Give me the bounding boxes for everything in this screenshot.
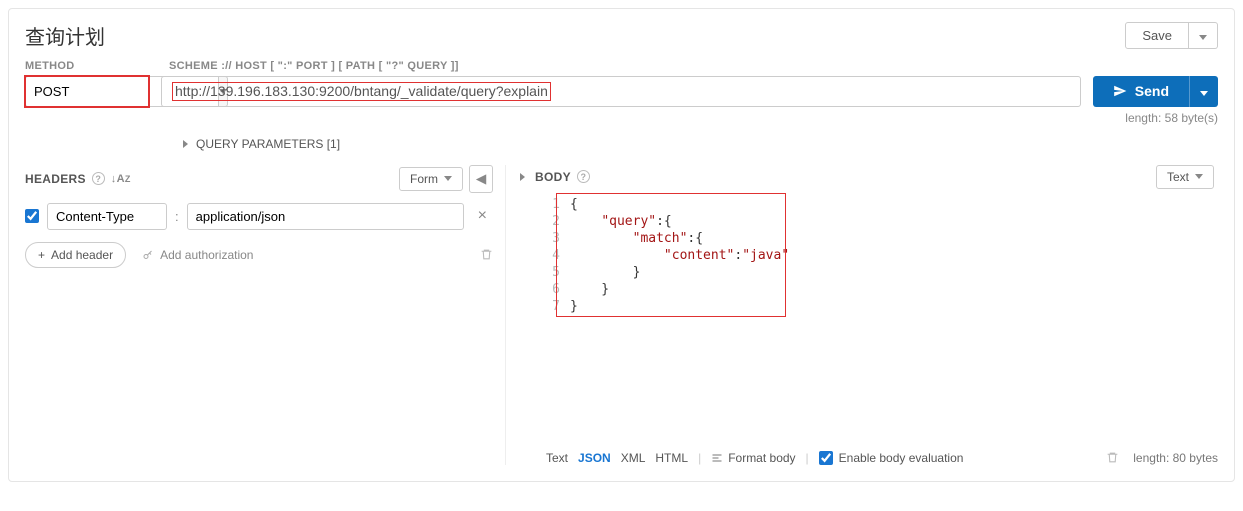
top-row: 查询计划 Save (25, 21, 1218, 50)
body-head-right: Text (1156, 165, 1218, 189)
header-row: : × (25, 203, 493, 230)
help-icon[interactable]: ? (92, 172, 105, 185)
controls-row: http://139.196.183.130:9200/bntang/_vali… (25, 76, 1218, 107)
trash-icon (1106, 451, 1119, 464)
separator: | (698, 451, 701, 465)
save-group: Save (1125, 22, 1218, 49)
format-xml-button[interactable]: XML (621, 451, 646, 465)
enable-body-eval-label: Enable body evaluation (839, 451, 964, 465)
body-editor-wrap: 1 2 3 4 5 6 7 { "query":{ "match":{ "con… (546, 195, 1218, 445)
query-parameters-toggle[interactable]: QUERY PARAMETERS [1] (183, 137, 1218, 151)
code-key: "content" (664, 248, 734, 263)
headers-label: HEADERS ? ↓AZ (25, 172, 131, 186)
sort-icon[interactable]: ↓AZ (111, 173, 131, 185)
url-label: SCHEME :// HOST [ ":" PORT ] [ PATH [ "?… (169, 60, 1218, 72)
plus-icon: + (38, 248, 45, 262)
code-indent (570, 231, 633, 246)
enable-body-eval[interactable]: Enable body evaluation (819, 451, 964, 465)
add-header-label: Add header (51, 248, 113, 262)
format-text-button[interactable]: Text (546, 451, 568, 465)
request-title: 查询计划 (25, 21, 105, 50)
body-editor[interactable]: 1 2 3 4 5 6 7 { "query":{ "match":{ "con… (546, 195, 1218, 445)
key-icon (142, 249, 154, 261)
send-group: Send (1093, 76, 1218, 107)
separator: | (806, 451, 809, 465)
enable-body-eval-checkbox[interactable] (819, 451, 833, 465)
body-section-head: BODY ? Text (506, 165, 1218, 189)
body-label: BODY ? (535, 170, 590, 184)
format-json-button[interactable]: JSON (578, 451, 611, 465)
headers-column: HEADERS ? ↓AZ Form ◀ : × + Add header (25, 165, 505, 465)
header-value-input[interactable] (187, 203, 464, 230)
request-panel: 查询计划 Save METHOD SCHEME :// HOST [ ":" P… (8, 8, 1235, 482)
method-label: METHOD (25, 60, 149, 72)
method-selector[interactable] (25, 76, 149, 107)
format-body-label: Format body (728, 451, 795, 465)
format-body-button[interactable]: Format body (711, 451, 795, 465)
send-icon (1113, 84, 1127, 98)
headers-head-right: Form ◀ (399, 165, 493, 193)
form-mode-button[interactable]: Form (399, 167, 463, 191)
headers-label-text: HEADERS (25, 172, 86, 186)
body-mode-button[interactable]: Text (1156, 165, 1214, 189)
body-footer-right: length: 80 bytes (1106, 451, 1218, 465)
body-label-text: BODY (535, 170, 571, 184)
field-labels: METHOD SCHEME :// HOST [ ":" PORT ] [ PA… (25, 60, 1218, 72)
align-icon (711, 452, 723, 464)
caret-down-icon (1199, 35, 1207, 40)
line-gutter: 1 2 3 4 5 6 7 (546, 195, 564, 445)
body-length: length: 80 bytes (1133, 451, 1218, 465)
remove-header-button[interactable]: × (472, 207, 493, 225)
caret-down-icon (1200, 91, 1208, 96)
code-indent (570, 248, 664, 263)
code-line: } (570, 282, 609, 297)
code-line: } (570, 265, 640, 280)
code-line: } (570, 299, 578, 314)
clear-body-button[interactable] (1106, 451, 1119, 464)
header-name-input[interactable] (47, 203, 167, 230)
body-footer: Text JSON XML HTML | Format body | Enabl… (506, 451, 1218, 465)
body-code[interactable]: { "query":{ "match":{ "content":"java" }… (564, 195, 1218, 445)
add-authorization-button[interactable]: Add authorization (142, 248, 253, 262)
add-header-button[interactable]: + Add header (25, 242, 126, 268)
url-text: http://139.196.183.130:9200/bntang/_vali… (172, 82, 551, 101)
header-enabled-checkbox[interactable] (25, 209, 39, 223)
split-pane: HEADERS ? ↓AZ Form ◀ : × + Add header (25, 165, 1218, 465)
caret-down-icon (1195, 174, 1203, 179)
form-mode-label: Form (410, 172, 438, 186)
help-icon[interactable]: ? (577, 170, 590, 183)
header-colon: : (175, 209, 179, 224)
code-punct: :{ (656, 214, 672, 229)
save-dropdown-button[interactable] (1189, 22, 1218, 49)
caret-right-icon (520, 173, 525, 181)
format-html-button[interactable]: HTML (655, 451, 688, 465)
code-punct: :{ (687, 231, 703, 246)
url-length-meta: length: 58 byte(s) (25, 111, 1218, 125)
code-key: "query" (601, 214, 656, 229)
send-label: Send (1135, 83, 1169, 99)
url-input[interactable]: http://139.196.183.130:9200/bntang/_vali… (161, 76, 1081, 107)
send-dropdown-button[interactable] (1189, 76, 1218, 107)
code-indent (570, 214, 601, 229)
add-authorization-label: Add authorization (160, 248, 253, 262)
clear-headers-button[interactable] (480, 248, 493, 261)
body-mode-label: Text (1167, 170, 1189, 184)
collapse-left-button[interactable]: ◀ (469, 165, 493, 193)
caret-right-icon (183, 140, 188, 148)
code-value: "java" (742, 248, 789, 263)
code-key: "match" (633, 231, 688, 246)
send-button[interactable]: Send (1093, 76, 1189, 107)
code-line: { (570, 197, 578, 212)
body-column: BODY ? Text 1 2 3 4 5 6 7 { "query":{ "m… (505, 165, 1218, 465)
headers-section-head: HEADERS ? ↓AZ Form ◀ (25, 165, 493, 193)
save-button[interactable]: Save (1125, 22, 1189, 49)
trash-icon (480, 248, 493, 261)
caret-down-icon (444, 176, 452, 181)
headers-actions: + Add header Add authorization (25, 242, 493, 268)
query-parameters-label: QUERY PARAMETERS [1] (196, 137, 340, 151)
